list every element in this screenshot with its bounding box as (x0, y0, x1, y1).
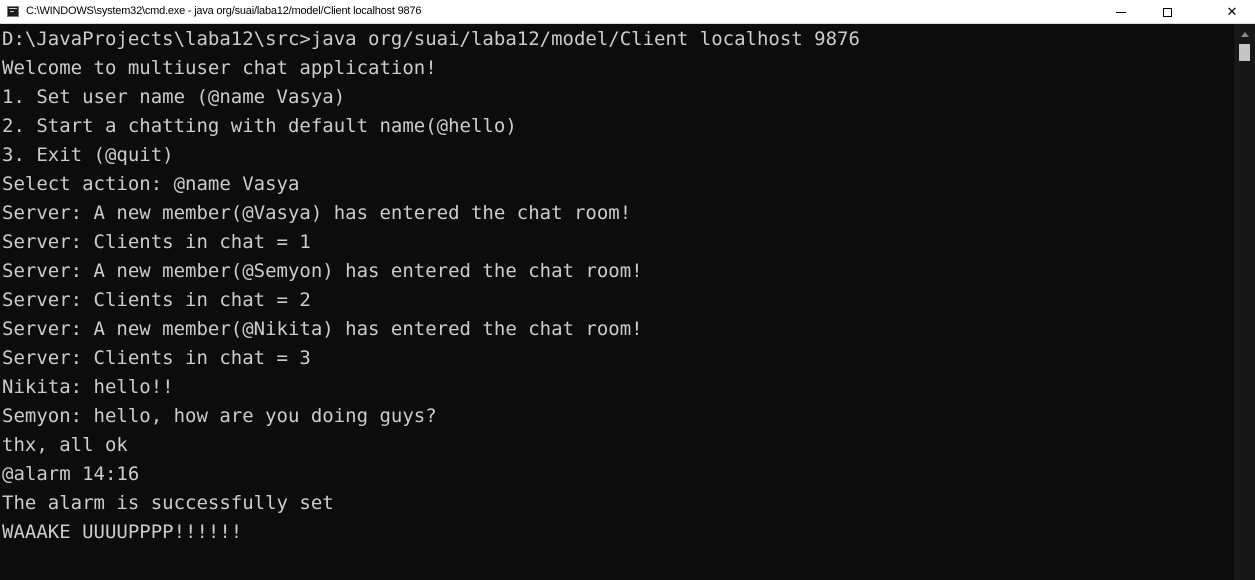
console-line: Server: Clients in chat = 3 (2, 347, 311, 369)
console-line: Welcome to multiuser chat application! (2, 57, 437, 79)
maximize-button[interactable] (1144, 0, 1190, 24)
scroll-up-button[interactable] (1234, 27, 1255, 41)
console-line: The alarm is successfully set (2, 492, 334, 514)
title-bar[interactable]: C:\WINDOWS\system32\cmd.exe - java org/s… (0, 0, 1255, 24)
chevron-up-icon (1240, 31, 1249, 37)
console-line: Server: A new member(@Nikita) has entere… (2, 318, 643, 340)
scrollbar-thumb[interactable] (1239, 44, 1250, 61)
window-title: C:\WINDOWS\system32\cmd.exe - java org/s… (26, 5, 422, 17)
console-line: Server: A new member(@Semyon) has entere… (2, 260, 643, 282)
console-line: Nikita: hello!! (2, 376, 174, 398)
console-line: 2. Start a chatting with default name(@h… (2, 115, 517, 137)
cmd-window: C:\WINDOWS\system32\cmd.exe - java org/s… (0, 0, 1255, 580)
console-line: @alarm 14:16 (2, 463, 140, 485)
console-output[interactable]: D:\JavaProjects\laba12\src>java org/suai… (0, 24, 1234, 580)
console-lines: D:\JavaProjects\laba12\src>java org/suai… (2, 25, 860, 547)
console-line: Server: Clients in chat = 2 (2, 289, 311, 311)
console-line: Server: Clients in chat = 1 (2, 231, 311, 253)
console-line: Server: A new member(@Vasya) has entered… (2, 202, 632, 224)
console-line: Select action: @name Vasya (2, 173, 300, 195)
console-line: Semyon: hello, how are you doing guys? (2, 405, 437, 427)
cmd-icon[interactable] (7, 6, 19, 17)
console-line: 3. Exit (@quit) (2, 144, 174, 166)
close-button[interactable]: ✕ (1209, 0, 1255, 24)
console-line: 1. Set user name (@name Vasya) (2, 86, 346, 108)
console-line: WAAAKE UUUUPPPP!!!!!! (2, 521, 243, 543)
close-icon: ✕ (1226, 4, 1238, 20)
console-line: thx, all ok (2, 434, 128, 456)
minimize-icon (1116, 11, 1126, 13)
vertical-scrollbar[interactable] (1234, 24, 1255, 580)
console-line: D:\JavaProjects\laba12\src>java org/suai… (2, 28, 860, 50)
minimize-button[interactable] (1098, 0, 1144, 24)
maximize-icon (1162, 7, 1172, 17)
